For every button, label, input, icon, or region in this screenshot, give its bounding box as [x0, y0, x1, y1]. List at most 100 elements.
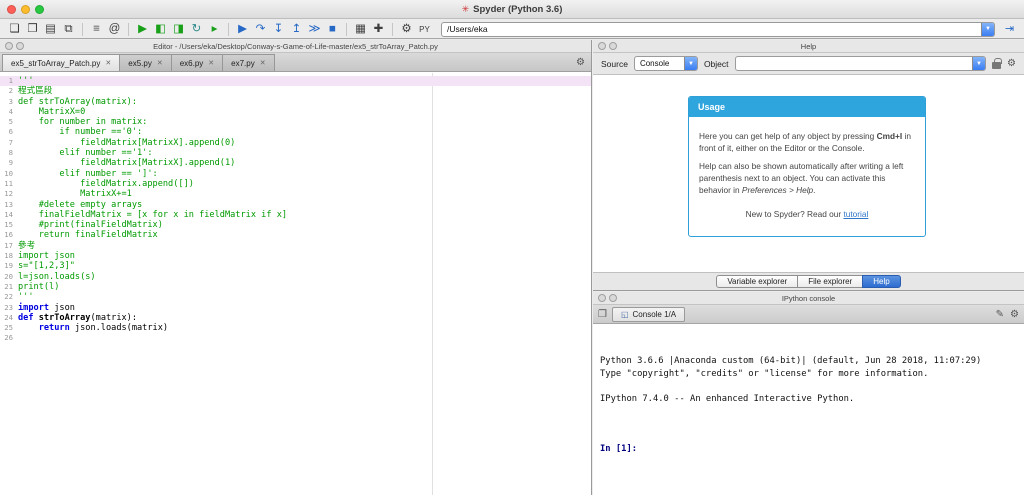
python-path-manager-button[interactable]: PY: [416, 21, 433, 38]
code-line[interactable]: 24 def strToArray(matrix):: [0, 313, 591, 323]
gear-icon[interactable]: ⚙: [1010, 309, 1019, 320]
run-selection-button[interactable]: ▸: [206, 21, 223, 38]
line-number[interactable]: 19: [0, 261, 18, 271]
close-pane-button[interactable]: [5, 42, 13, 50]
code-line[interactable]: 19 s="[1,2,3]": [0, 261, 591, 271]
line-number[interactable]: 1: [0, 76, 18, 86]
code-line[interactable]: 23 import json: [0, 303, 591, 313]
pane-tab-variable-explorer[interactable]: Variable explorer: [716, 275, 799, 288]
line-number[interactable]: 5: [0, 117, 18, 127]
code-line[interactable]: 18 import json: [0, 251, 591, 261]
line-number[interactable]: 2: [0, 86, 18, 96]
find-symbols-button[interactable]: @: [106, 21, 123, 38]
pane-tab-help[interactable]: Help: [862, 275, 901, 288]
save-file-button[interactable]: ▤: [42, 21, 59, 38]
console-tab[interactable]: ◱ Console 1/A: [611, 306, 686, 322]
code-line[interactable]: 22 ''': [0, 292, 591, 302]
float-pane-button[interactable]: [16, 42, 24, 50]
line-number[interactable]: 8: [0, 148, 18, 158]
code-line[interactable]: 20 l=json.loads(s): [0, 272, 591, 282]
code-line[interactable]: 26: [0, 333, 591, 343]
code-line[interactable]: 3 def strToArray(matrix):: [0, 97, 591, 107]
close-tab-icon[interactable]: ✕: [208, 59, 214, 67]
line-number[interactable]: 17: [0, 241, 18, 251]
code-line[interactable]: 21 print(l): [0, 282, 591, 292]
code-editor[interactable]: 1 ''' 2 程式區段 3 def strToArray(matrix): 4 Matri…: [0, 73, 591, 495]
code-line[interactable]: 12 MatrixX+=1: [0, 189, 591, 199]
float-pane-button[interactable]: [609, 294, 617, 302]
line-number[interactable]: 15: [0, 220, 18, 230]
editor-tab[interactable]: ex7.py ✕: [222, 54, 275, 71]
pane-tab-file-explorer[interactable]: File explorer: [797, 275, 864, 288]
working-directory-combobox[interactable]: /Users/eka: [441, 21, 995, 37]
line-number[interactable]: 25: [0, 323, 18, 333]
code-line[interactable]: 9 fieldMatrix[MatrixX].append(1): [0, 158, 591, 168]
rerun-cell-button[interactable]: ↻: [188, 21, 205, 38]
code-line[interactable]: 17 參考: [0, 241, 591, 251]
code-line[interactable]: 11 fieldMatrix.append([]): [0, 179, 591, 189]
code-line[interactable]: 16 return finalFieldMatrix: [0, 230, 591, 240]
run-file-button[interactable]: ▶: [134, 21, 151, 38]
code-line[interactable]: 10 elif number == ']':: [0, 169, 591, 179]
console-output[interactable]: Python 3.6.6 |Anaconda custom (64-bit)| …: [593, 325, 1024, 495]
line-number[interactable]: 21: [0, 282, 18, 292]
pencil-icon[interactable]: ✎: [996, 309, 1004, 320]
editor-tab[interactable]: ex5.py ✕: [119, 54, 172, 71]
new-file-button[interactable]: ❏: [6, 21, 23, 38]
preferences-button[interactable]: ⚙: [398, 21, 415, 38]
open-file-button[interactable]: ❐: [24, 21, 41, 38]
code-line[interactable]: 14 finalFieldMatrix = [x for x in fieldM…: [0, 210, 591, 220]
line-number[interactable]: 16: [0, 230, 18, 240]
code-line[interactable]: 25 return json.loads(matrix): [0, 323, 591, 333]
step-into-button[interactable]: ↧: [270, 21, 287, 38]
line-number[interactable]: 13: [0, 200, 18, 210]
code-line[interactable]: 1 ''': [0, 76, 591, 87]
code-line[interactable]: 7 fieldMatrix[MatrixX].append(0): [0, 138, 591, 148]
chevron-down-icon[interactable]: [981, 22, 994, 36]
line-number[interactable]: 6: [0, 127, 18, 137]
code-line[interactable]: 2 程式區段: [0, 86, 591, 96]
fullscreen-button[interactable]: ✚: [370, 21, 387, 38]
line-number[interactable]: 4: [0, 107, 18, 117]
maximize-pane-button[interactable]: ▦: [352, 21, 369, 38]
editor-tab[interactable]: ex5_strToArray_Patch.py ✕: [2, 54, 121, 71]
code-line[interactable]: 6 if number =='0':: [0, 127, 591, 137]
lock-icon[interactable]: [992, 58, 1002, 69]
editor-tab[interactable]: ex6.py ✕: [170, 54, 224, 71]
run-cell-button[interactable]: ◧: [152, 21, 169, 38]
line-number[interactable]: 3: [0, 97, 18, 107]
code-line[interactable]: 4 MatrixX=0: [0, 107, 591, 117]
line-number[interactable]: 9: [0, 158, 18, 168]
save-all-button[interactable]: ⧉: [60, 21, 77, 38]
line-number[interactable]: 10: [0, 169, 18, 179]
source-combobox[interactable]: Console: [633, 56, 698, 71]
step-return-button[interactable]: ↥: [288, 21, 305, 38]
new-console-icon[interactable]: ❐: [598, 309, 607, 320]
close-pane-button[interactable]: [598, 42, 606, 50]
line-number[interactable]: 14: [0, 210, 18, 220]
code-line[interactable]: 13 #delete empty arrays: [0, 200, 591, 210]
run-cell-advance-button[interactable]: ◨: [170, 21, 187, 38]
close-pane-button[interactable]: [598, 294, 606, 302]
gear-icon[interactable]: ⚙: [576, 57, 585, 68]
continue-execution-button[interactable]: ≫: [306, 21, 323, 38]
line-number[interactable]: 12: [0, 189, 18, 199]
code-line[interactable]: 8 elif number =='1':: [0, 148, 591, 158]
line-number[interactable]: 24: [0, 313, 18, 323]
file-switcher-button[interactable]: ≡: [88, 21, 105, 38]
float-pane-button[interactable]: [609, 42, 617, 50]
chevron-down-icon[interactable]: [972, 57, 986, 70]
gear-icon[interactable]: ⚙: [1007, 58, 1016, 69]
step-over-button[interactable]: ↷: [252, 21, 269, 38]
close-tab-icon[interactable]: ✕: [157, 59, 163, 67]
line-number[interactable]: 7: [0, 138, 18, 148]
debug-file-button[interactable]: ▶: [234, 21, 251, 38]
code-line[interactable]: 5 for number in matrix:: [0, 117, 591, 127]
close-tab-icon[interactable]: ✕: [260, 59, 266, 67]
line-number[interactable]: 26: [0, 333, 18, 343]
line-number[interactable]: 18: [0, 251, 18, 261]
line-number[interactable]: 22: [0, 292, 18, 302]
line-number[interactable]: 23: [0, 303, 18, 313]
line-number[interactable]: 11: [0, 179, 18, 189]
code-line[interactable]: 15 #print(finalFieldMatrix): [0, 220, 591, 230]
